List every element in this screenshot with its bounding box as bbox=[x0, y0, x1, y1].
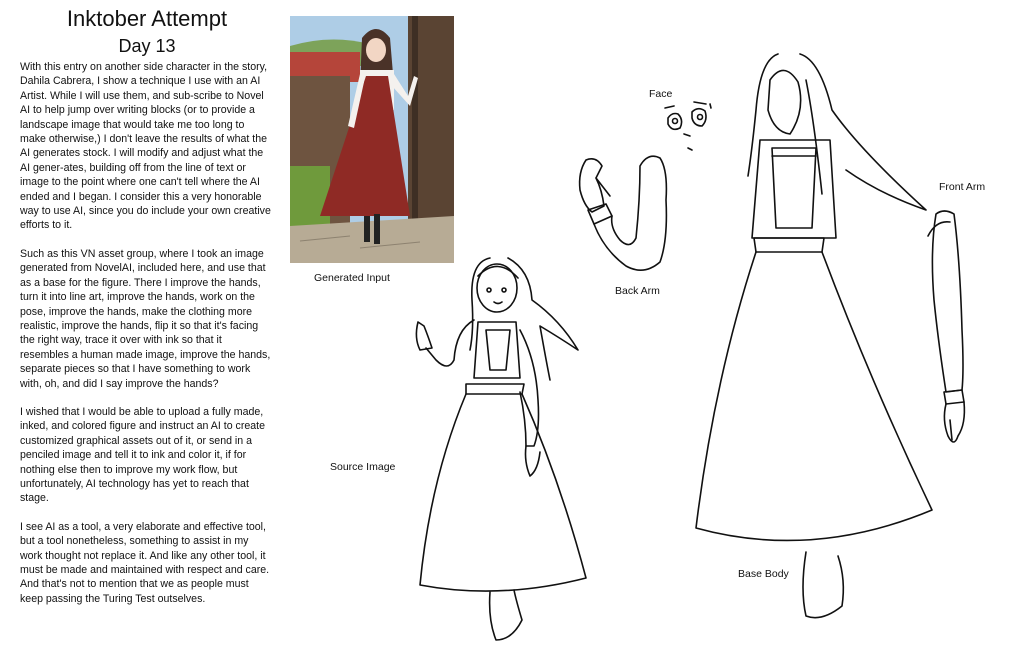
source-image-figure bbox=[415, 257, 587, 641]
base-body-figure bbox=[695, 53, 933, 619]
face-sketch bbox=[664, 101, 712, 151]
front-arm-drawing bbox=[927, 210, 966, 443]
back-arm-drawing bbox=[578, 155, 668, 271]
